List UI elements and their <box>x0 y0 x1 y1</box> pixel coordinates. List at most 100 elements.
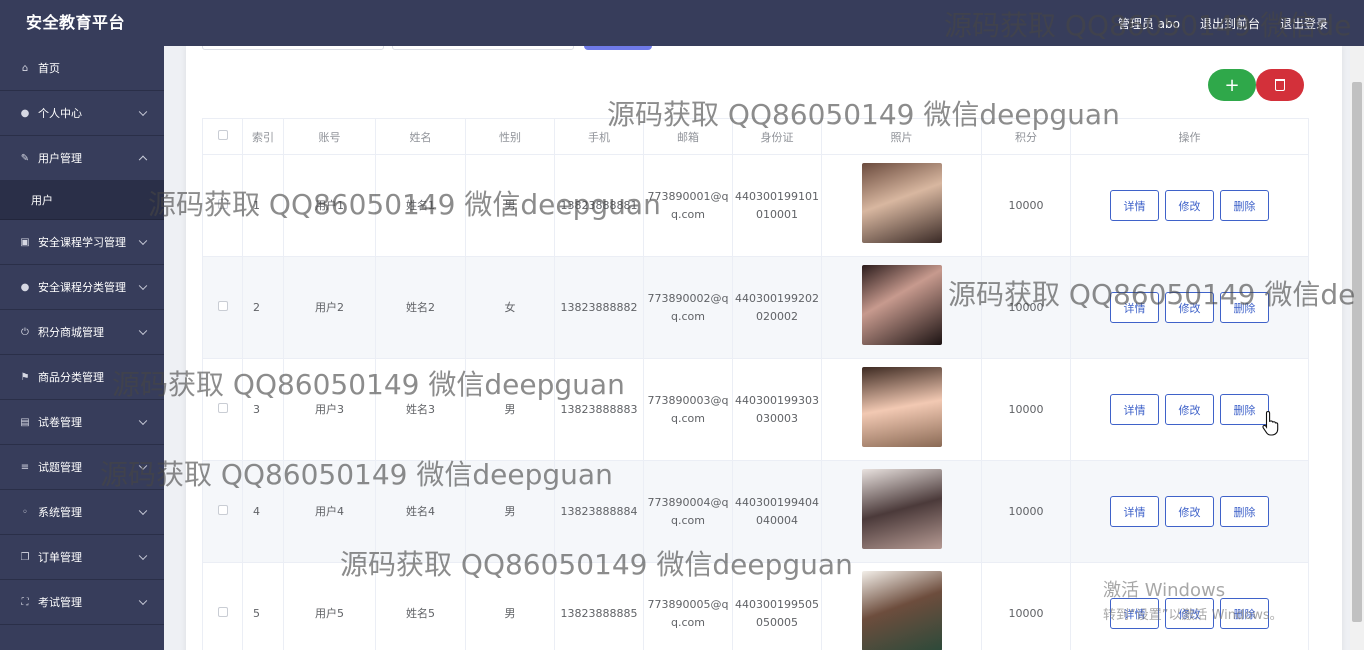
sidebar-item-goods-category[interactable]: ⚑ 商品分类管理 <box>0 355 164 400</box>
person-icon: ● <box>20 107 30 119</box>
person-icon: ● <box>20 281 30 293</box>
column-header: 照片 <box>821 118 982 155</box>
sidebar-item-user-management[interactable]: ✎ 用户管理 <box>0 136 164 181</box>
cell-email: 773890005@qq.com <box>643 562 733 650</box>
search-input-account[interactable] <box>202 46 384 50</box>
power-icon: ⏻ <box>21 326 29 338</box>
page-scrollbar[interactable] <box>1350 46 1364 650</box>
brand-title: 安全教育平台 <box>26 13 126 32</box>
user-photo[interactable] <box>861 162 942 243</box>
row-checkbox[interactable] <box>202 154 243 257</box>
sidebar-subitem-users[interactable]: 用户 <box>0 181 164 220</box>
cell-actions: 详情 修改 删除 <box>1070 154 1309 257</box>
home-icon: ⌂ <box>21 62 29 74</box>
cell-name: 姓名3 <box>375 358 466 461</box>
row-checkbox[interactable] <box>202 460 243 563</box>
cell-index: 3 <box>242 358 284 461</box>
cell-phone: 13823888882 <box>554 256 644 359</box>
user-photo[interactable] <box>861 366 942 447</box>
sidebar-subitem-label: 用户 <box>31 194 53 207</box>
delete-button[interactable]: 删除 <box>1220 496 1269 527</box>
detail-button[interactable]: 详情 <box>1110 190 1159 221</box>
sidebar-item-label: 商品分类管理 <box>38 371 104 384</box>
cell-id-card: 440300199202020002 <box>732 256 822 359</box>
user-photo[interactable] <box>861 264 942 345</box>
cell-name: 姓名5 <box>375 562 466 650</box>
detail-button[interactable]: 详情 <box>1110 496 1159 527</box>
column-header: 积分 <box>981 118 1071 155</box>
main-content: + 索引 账号 姓名 性别 手机 邮箱 身份证 照片 积分 操作 1 用户1 姓… <box>164 46 1364 650</box>
sidebar-item-course-category[interactable]: ● 安全课程分类管理 <box>0 265 164 310</box>
detail-button[interactable]: 详情 <box>1110 394 1159 425</box>
sidebar-item-personal-center[interactable]: ● 个人中心 <box>0 91 164 136</box>
edit-button[interactable]: 修改 <box>1165 598 1214 629</box>
row-checkbox[interactable] <box>202 562 243 650</box>
cell-photo <box>821 358 982 461</box>
sidebar-item-label: 首页 <box>38 62 60 75</box>
briefcase-icon: ▤ <box>20 416 30 428</box>
logout-link[interactable]: 退出登录 <box>1280 15 1328 32</box>
search-input-name[interactable] <box>392 46 574 50</box>
user-table: 索引 账号 姓名 性别 手机 邮箱 身份证 照片 积分 操作 1 用户1 姓名1… <box>202 118 1309 650</box>
cell-points: 10000 <box>981 154 1071 257</box>
detail-button[interactable]: 详情 <box>1110 598 1159 629</box>
sidebar-item-label: 考试管理 <box>38 596 82 609</box>
table-row: 1 用户1 姓名1 男 13823888881 773890001@qq.com… <box>202 154 1309 257</box>
cell-points: 10000 <box>981 562 1071 650</box>
add-button[interactable]: + <box>1208 69 1256 101</box>
chevron-down-icon <box>138 596 148 606</box>
trash-icon <box>1275 79 1285 91</box>
cell-name: 姓名1 <box>375 154 466 257</box>
cell-photo <box>821 460 982 563</box>
chevron-down-icon <box>138 551 148 561</box>
cell-index: 5 <box>242 562 284 650</box>
cell-phone: 13823888883 <box>554 358 644 461</box>
sidebar: ⌂ 首页 ● 个人中心 ✎ 用户管理 用户 ▣ 安全课程学习管理 ● 安全课程分… <box>0 46 164 650</box>
edit-button[interactable]: 修改 <box>1165 292 1214 323</box>
cell-points: 10000 <box>981 256 1071 359</box>
user-photo[interactable] <box>861 570 942 650</box>
cell-gender: 男 <box>465 460 555 563</box>
sidebar-item-questions[interactable]: ≡ 试题管理 <box>0 445 164 490</box>
sidebar-item-label: 积分商城管理 <box>38 326 104 339</box>
sidebar-item-system[interactable]: ◦ 系统管理 <box>0 490 164 535</box>
row-checkbox[interactable] <box>202 358 243 461</box>
sidebar-item-label: 订单管理 <box>38 551 82 564</box>
sidebar-item-course-study[interactable]: ▣ 安全课程学习管理 <box>0 220 164 265</box>
search-button[interactable] <box>584 46 652 50</box>
batch-delete-button[interactable] <box>1256 69 1304 101</box>
user-photo[interactable] <box>861 468 942 549</box>
sidebar-item-orders[interactable]: ❐ 订单管理 <box>0 535 164 580</box>
chevron-down-icon <box>138 461 148 471</box>
cell-photo <box>821 562 982 650</box>
cell-account: 用户2 <box>283 256 376 359</box>
cell-actions: 详情 修改 删除 <box>1070 256 1309 359</box>
column-header: 手机 <box>554 118 644 155</box>
cell-photo <box>821 154 982 257</box>
cell-account: 用户1 <box>283 154 376 257</box>
select-all-checkbox[interactable] <box>202 118 243 155</box>
cell-id-card: 440300199303030003 <box>732 358 822 461</box>
scrollbar-thumb[interactable] <box>1352 82 1362 622</box>
edit-button[interactable]: 修改 <box>1165 394 1214 425</box>
delete-button[interactable]: 删除 <box>1220 190 1269 221</box>
frontend-link[interactable]: 退出到前台 <box>1200 15 1260 32</box>
sidebar-item-points-mall[interactable]: ⏻ 积分商城管理 <box>0 310 164 355</box>
edit-button[interactable]: 修改 <box>1165 190 1214 221</box>
column-header: 账号 <box>283 118 376 155</box>
delete-button[interactable]: 删除 <box>1220 598 1269 629</box>
cell-index: 4 <box>242 460 284 563</box>
edit-button[interactable]: 修改 <box>1165 496 1214 527</box>
delete-button[interactable]: 删除 <box>1220 292 1269 323</box>
sidebar-item-exams[interactable]: ⛶ 考试管理 <box>0 580 164 625</box>
cell-name: 姓名4 <box>375 460 466 563</box>
sidebar-item-label: 安全课程学习管理 <box>38 236 126 249</box>
flag-icon: ⚑ <box>20 371 30 383</box>
row-checkbox[interactable] <box>202 256 243 359</box>
detail-button[interactable]: 详情 <box>1110 292 1159 323</box>
sidebar-item-exam-papers[interactable]: ▤ 试卷管理 <box>0 400 164 445</box>
table-row: 2 用户2 姓名2 女 13823888882 773890002@qq.com… <box>202 256 1309 359</box>
sidebar-item-home[interactable]: ⌂ 首页 <box>0 46 164 91</box>
table-row: 3 用户3 姓名3 男 13823888883 773890003@qq.com… <box>202 358 1309 461</box>
chevron-down-icon <box>138 326 148 336</box>
